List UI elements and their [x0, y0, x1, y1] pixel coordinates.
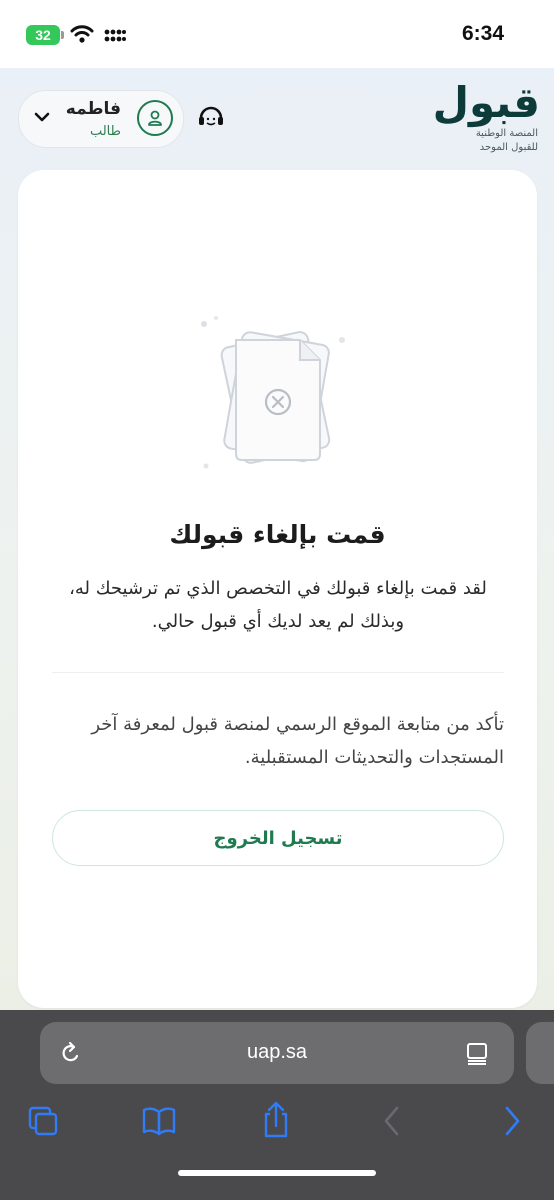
status-bar: 32 6:34: [0, 0, 554, 68]
url-text: uap.sa: [246, 1041, 308, 1063]
card-note: تأكد من متابعة الموقع الرسمي لمنصة قبول …: [91, 714, 504, 768]
divider: [52, 672, 504, 673]
user-role: طالب: [89, 124, 121, 139]
headset-support-icon[interactable]: [196, 102, 226, 132]
forward-icon[interactable]: [500, 1104, 524, 1138]
page-background: فاطمه طالب قبول المنصة الوطنية للقبول ال…: [0, 68, 554, 1010]
battery-indicator: 32: [26, 25, 64, 45]
cellular-icon: [104, 29, 126, 42]
logo-subtitle-line1: المنصة الوطنية: [475, 128, 538, 139]
cancelled-document-illustration: [201, 316, 345, 469]
home-indicator: [178, 1170, 376, 1176]
user-icon: [148, 110, 162, 126]
user-name: فاطمه: [65, 99, 121, 119]
status-time: 6:34: [461, 22, 504, 45]
next-tab-preview[interactable]: [526, 1022, 554, 1084]
logo-subtitle-line2: للقبول الموحد: [479, 142, 538, 153]
user-menu[interactable]: فاطمه طالب: [18, 90, 184, 148]
bookmarks-icon[interactable]: [140, 1104, 178, 1138]
logo-wordmark: قبول: [432, 78, 540, 127]
chevron-down-icon: [34, 112, 50, 122]
wifi-icon: [70, 25, 94, 43]
tabs-icon[interactable]: [26, 1104, 60, 1138]
reader-mode-icon[interactable]: [465, 1042, 489, 1066]
card-description: لقد قمت بإلغاء قبولك في التخصص الذي تم ت…: [69, 578, 487, 632]
card-title: قمت بإلغاء قبولك: [169, 520, 386, 549]
cancellation-card: قمت بإلغاء قبولك لقد قمت بإلغاء قبولك في…: [18, 170, 537, 1008]
avatar: [137, 100, 173, 136]
qabool-logo: قبول المنصة الوطنية للقبول الموحد: [433, 80, 540, 170]
back-icon[interactable]: [380, 1104, 404, 1138]
logout-button[interactable]: تسجيل الخروج: [52, 810, 504, 866]
address-bar[interactable]: uap.sa: [40, 1022, 514, 1084]
share-icon[interactable]: [258, 1100, 294, 1140]
